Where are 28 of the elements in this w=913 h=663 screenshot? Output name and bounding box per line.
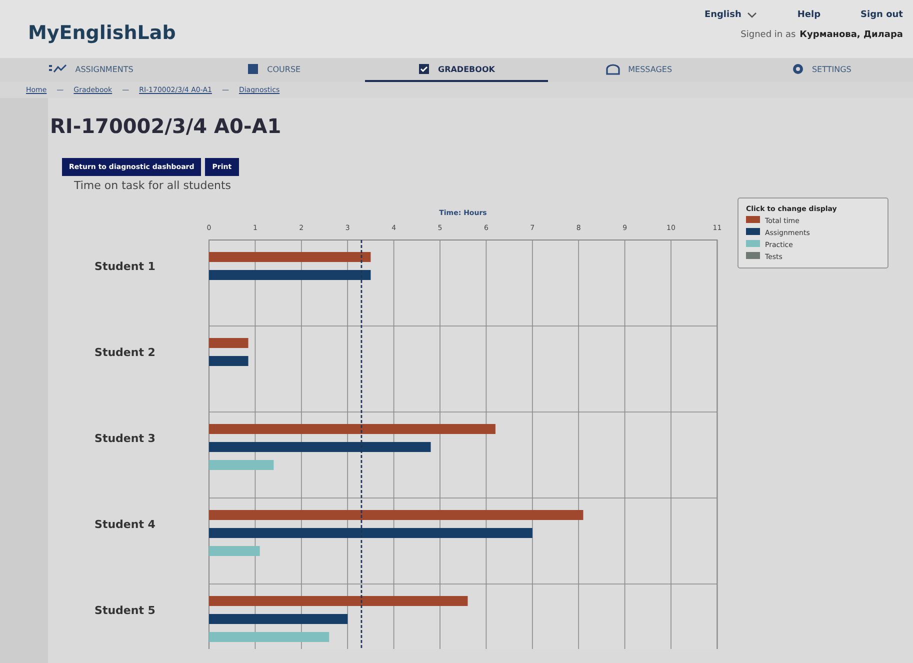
category-label: Student 5 [94,604,156,617]
bar [209,356,248,366]
bar [209,546,260,556]
nav-tab[interactable]: ASSIGNMENTS [0,58,183,82]
logo[interactable]: MyEnglishLab [28,22,176,58]
language-selector[interactable]: English [704,10,758,20]
sign-out-link[interactable]: Sign out [860,10,903,20]
bar [209,338,248,348]
nav-tab[interactable]: MESSAGES [548,58,730,82]
nav-tab[interactable]: GRADEBOOK [365,58,548,82]
nav-tab[interactable]: COURSE [182,58,366,82]
help-link[interactable]: Help [797,10,821,20]
category-label: Student 3 [94,432,156,445]
checkbox-icon [418,63,430,75]
chart-icon [49,64,68,74]
category-label: Student 1 [94,260,156,273]
settings-icon [792,63,804,75]
chart-subtitle: Time on task for all students [74,179,232,192]
book-icon [247,63,260,75]
user-name: Курманова, Дилара [800,30,903,40]
page-title: RI-170002/3/4 A0-A1 [49,114,282,138]
nav-tab[interactable]: SETTINGS [730,58,913,82]
category-label: Student 4 [94,518,156,531]
category-label: Student 2 [94,346,156,359]
bar [209,460,274,470]
caret-icon [747,12,758,18]
inbox-icon [606,64,620,74]
signed-in-label: Signed in as [740,30,796,40]
